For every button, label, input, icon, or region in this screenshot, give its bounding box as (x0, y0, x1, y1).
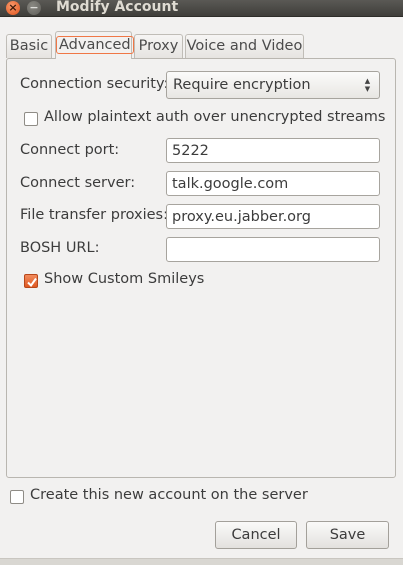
connection-security-value: Require encryption (173, 77, 311, 93)
show-custom-smileys-label: Show Custom Smileys (44, 271, 205, 287)
tab-advanced-label: Advanced (56, 36, 134, 54)
connect-server-input[interactable] (166, 171, 380, 196)
file-transfer-proxies-input[interactable] (166, 204, 380, 229)
tab-voice-and-video[interactable]: Voice and Video (185, 34, 304, 58)
close-icon[interactable]: × (6, 1, 20, 15)
tab-proxy[interactable]: Proxy (134, 34, 183, 58)
save-button[interactable]: Save (306, 521, 389, 549)
title-bar: × − Modify Account (0, 0, 403, 17)
tab-basic[interactable]: Basic (6, 34, 52, 58)
connection-security-select[interactable]: Require encryption ▲ ▼ (166, 71, 380, 99)
combo-arrows-icon: ▲ ▼ (364, 77, 371, 93)
bosh-url-input[interactable] (166, 237, 380, 262)
window-title: Modify Account (56, 0, 179, 15)
bosh-url-label: BOSH URL: (20, 240, 100, 256)
minimize-icon[interactable]: − (27, 1, 41, 15)
tab-basic-label: Basic (9, 38, 49, 54)
connect-server-label: Connect server: (20, 175, 136, 191)
allow-plaintext-checkbox[interactable] (24, 112, 38, 126)
show-custom-smileys-checkbox[interactable] (24, 274, 38, 288)
checkmark-icon (27, 277, 37, 288)
connect-port-label: Connect port: (20, 142, 120, 158)
allow-plaintext-label: Allow plaintext auth over unencrypted st… (44, 109, 386, 125)
connection-security-label: Connection security: (20, 76, 169, 92)
tab-advanced[interactable]: Advanced (55, 31, 134, 59)
create-account-checkbox[interactable] (10, 490, 24, 504)
cancel-button[interactable]: Cancel (215, 521, 297, 549)
connect-port-input[interactable] (166, 138, 380, 163)
tab-voice-and-video-label: Voice and Video (186, 38, 303, 54)
file-transfer-proxies-label: File transfer proxies: (20, 207, 168, 223)
tab-proxy-label: Proxy (138, 38, 179, 54)
tab-bar: Basic Advanced Proxy Voice and Video (0, 31, 403, 59)
create-account-label: Create this new account on the server (30, 487, 308, 503)
